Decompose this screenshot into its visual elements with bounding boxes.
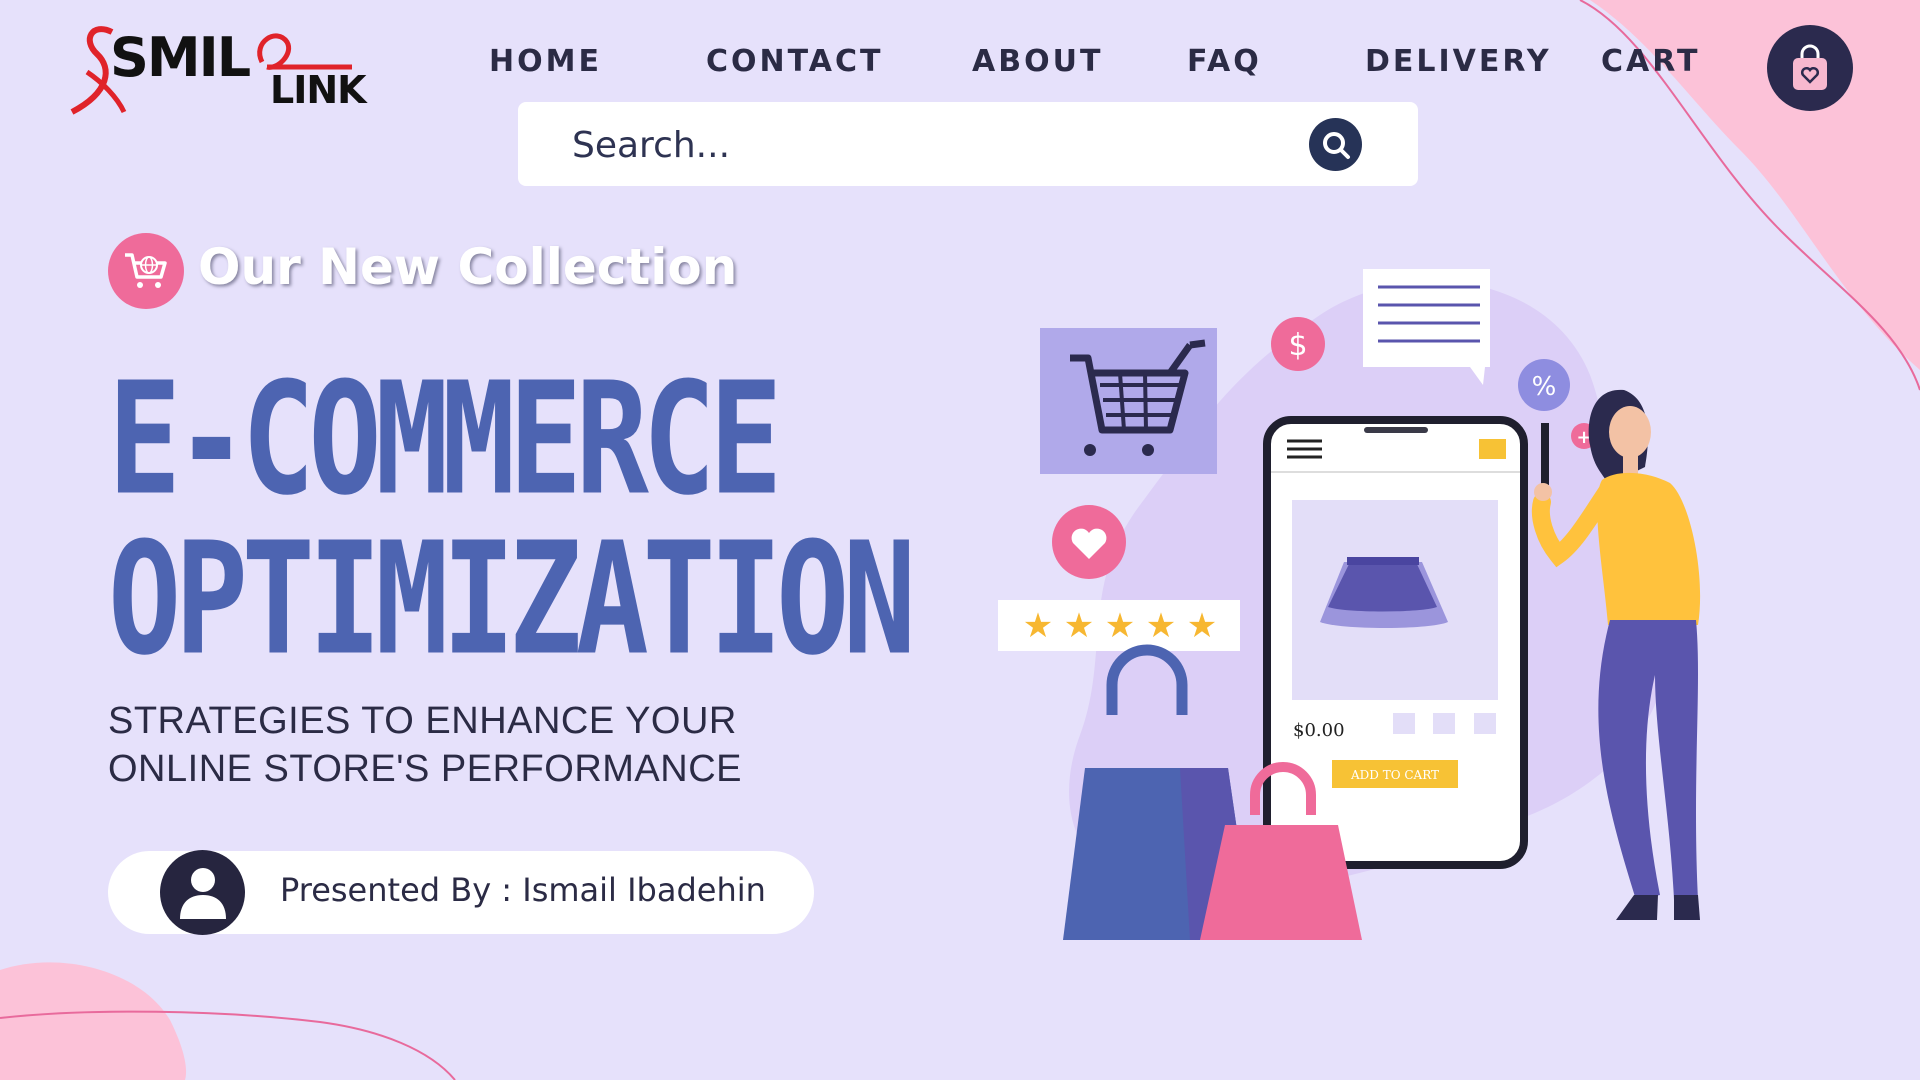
search-input[interactable] (570, 116, 1294, 174)
subtitle-line1: STRATEGIES TO ENHANCE YOUR (108, 700, 737, 742)
cart-card (1040, 328, 1217, 474)
presenter-label: Presented By : Ismail Ibadehin (280, 871, 766, 909)
nav-home[interactable]: HOME (489, 44, 602, 79)
headline-line1: E-COMMERCE (108, 348, 783, 530)
phone-price: $0.00 (1293, 720, 1345, 741)
nav-contact[interactable]: CONTACT (706, 44, 883, 79)
search-icon (1322, 131, 1350, 159)
phone-mockup: $0.00 ADD TO CART (1263, 416, 1528, 869)
headline-line2: OPTIMIZATION (108, 508, 916, 690)
brand-logo[interactable]: SMIL LINK (62, 12, 367, 122)
shopping-bag-heart-icon (1793, 44, 1827, 90)
nav-cart[interactable]: CART (1601, 44, 1700, 79)
avatar (160, 850, 245, 935)
percent-badge-text: % (1532, 372, 1557, 402)
logo-text-link: LINK (270, 68, 367, 112)
decorative-blob-bottom-left (0, 962, 456, 1080)
ecommerce-illustration: $ % + ★ ★ ★ ★ ★ $0.00 ADD TO CART (998, 269, 1701, 940)
nav-delivery[interactable]: DELIVERY (1365, 44, 1552, 79)
star-icon: ★ (1064, 606, 1094, 646)
user-avatar-icon (179, 867, 226, 919)
collection-badge (108, 233, 184, 309)
subtitle-line2: ONLINE STORE'S PERFORMANCE (108, 748, 742, 790)
dollar-badge-text: $ (1288, 328, 1307, 363)
search-button[interactable] (1309, 118, 1362, 171)
phone-cart-icon (1479, 439, 1506, 459)
rating-stars: ★ ★ ★ ★ ★ (1023, 606, 1217, 646)
cart-button[interactable] (1767, 25, 1853, 111)
star-icon: ★ (1105, 606, 1135, 646)
search-bar (518, 102, 1418, 186)
collection-label: Our New Collection (198, 238, 738, 296)
star-icon: ★ (1146, 606, 1176, 646)
nav-about[interactable]: ABOUT (972, 44, 1103, 79)
nav-faq[interactable]: FAQ (1187, 44, 1262, 79)
presenter-pill: Presented By : Ismail Ibadehin (108, 850, 814, 935)
logo-text-smil: SMIL (110, 26, 251, 89)
phone-add-to-cart-label: ADD TO CART (1350, 768, 1439, 782)
star-icon: ★ (1187, 606, 1217, 646)
star-icon: ★ (1023, 606, 1053, 646)
cart-globe-icon (125, 253, 167, 288)
